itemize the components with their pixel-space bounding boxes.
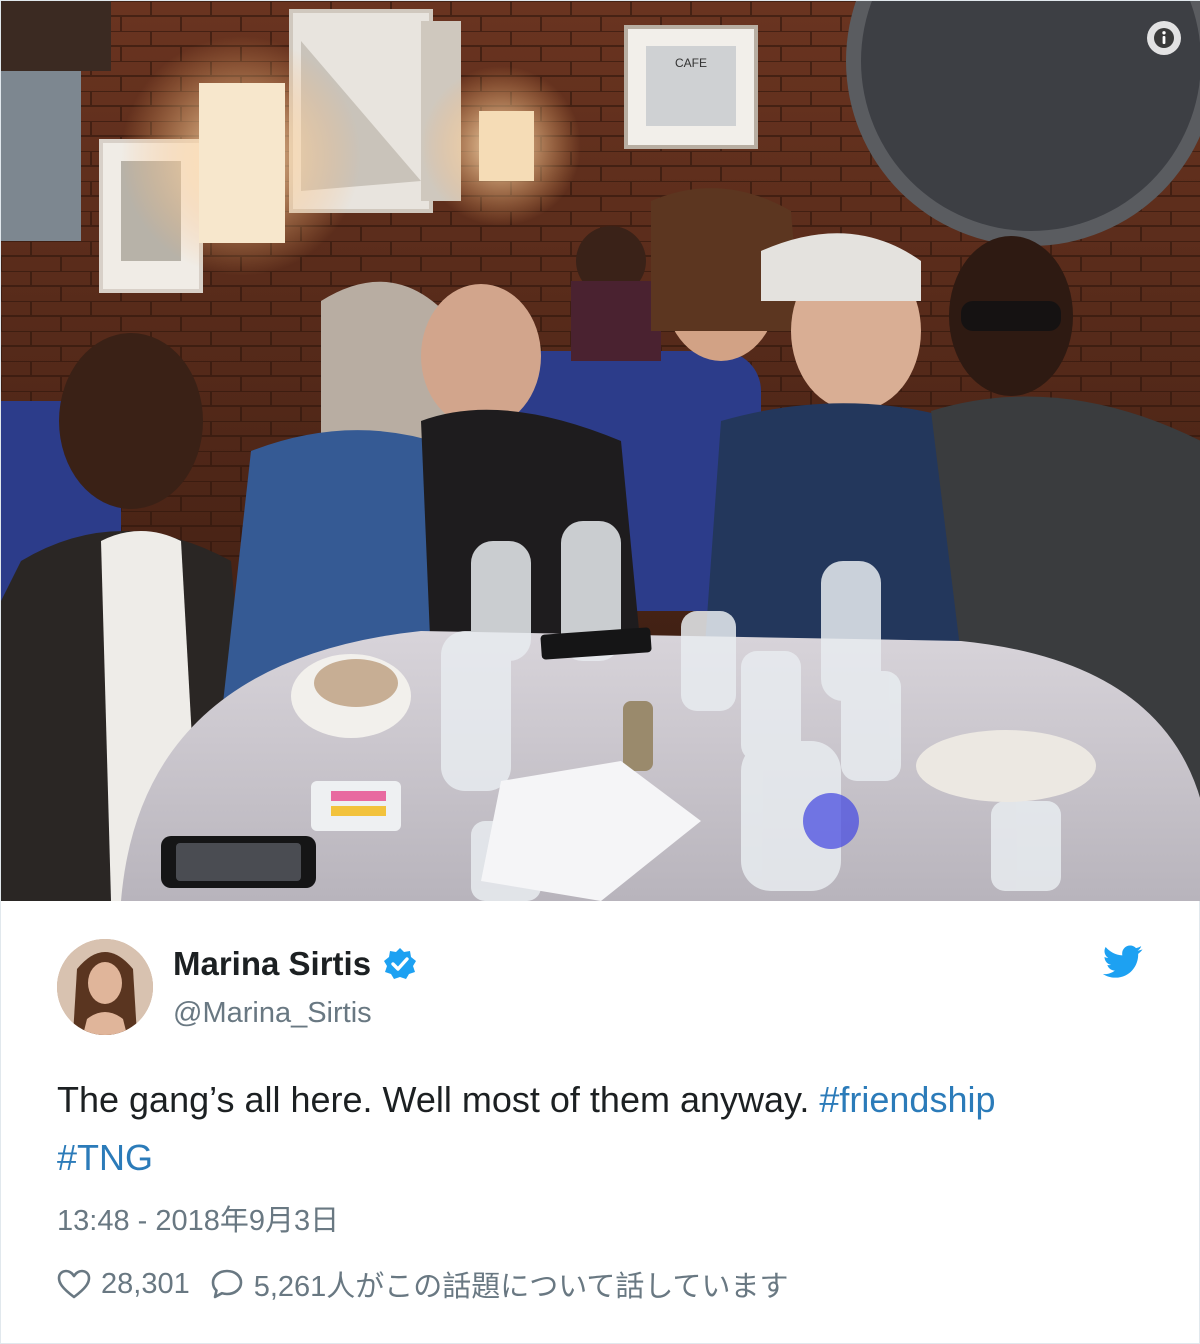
tweet-timestamp[interactable]: 13:48 - 2018年9月3日 — [57, 1197, 339, 1239]
speech-bubble-icon — [211, 1269, 243, 1299]
verified-badge-icon — [383, 947, 417, 981]
author-handle[interactable]: @Marina_Sirtis — [173, 997, 372, 1030]
author-display-name[interactable]: Marina Sirtis — [173, 945, 371, 983]
hashtag-tng[interactable]: #TNG — [57, 1137, 153, 1178]
hashtag-friendship[interactable]: #friendship — [819, 1079, 995, 1120]
like-count: 28,301 — [101, 1267, 190, 1300]
author-name-row[interactable]: Marina Sirtis — [173, 945, 417, 983]
tweet-photo[interactable]: CAFE — [1, 1, 1200, 901]
tweet-text: The gang’s all here. Well most of them a… — [57, 1071, 1147, 1187]
reply-discussion-text: 5,261人がこの話題について話しています — [253, 1271, 789, 1303]
tweet-text-main: The gang’s all here. Well most of them a… — [57, 1079, 820, 1120]
heart-icon — [57, 1269, 91, 1299]
cafe-sign-text: CAFE — [675, 56, 707, 70]
author-avatar[interactable] — [57, 939, 153, 1035]
embedded-tweet-card: CAFE Marina Sirtis @Marina_Sirtis The ga… — [0, 0, 1200, 1344]
like-action[interactable]: 28,301 — [57, 1268, 190, 1301]
twitter-bird-icon[interactable] — [1102, 945, 1143, 979]
tweet-actions: 28,301 5,261人がこの話題について話しています — [57, 1263, 789, 1305]
restaurant-group-photo: CAFE — [1, 1, 1200, 901]
info-icon[interactable] — [1147, 21, 1181, 55]
reply-action[interactable]: 5,261人がこの話題について話しています — [210, 1263, 789, 1305]
